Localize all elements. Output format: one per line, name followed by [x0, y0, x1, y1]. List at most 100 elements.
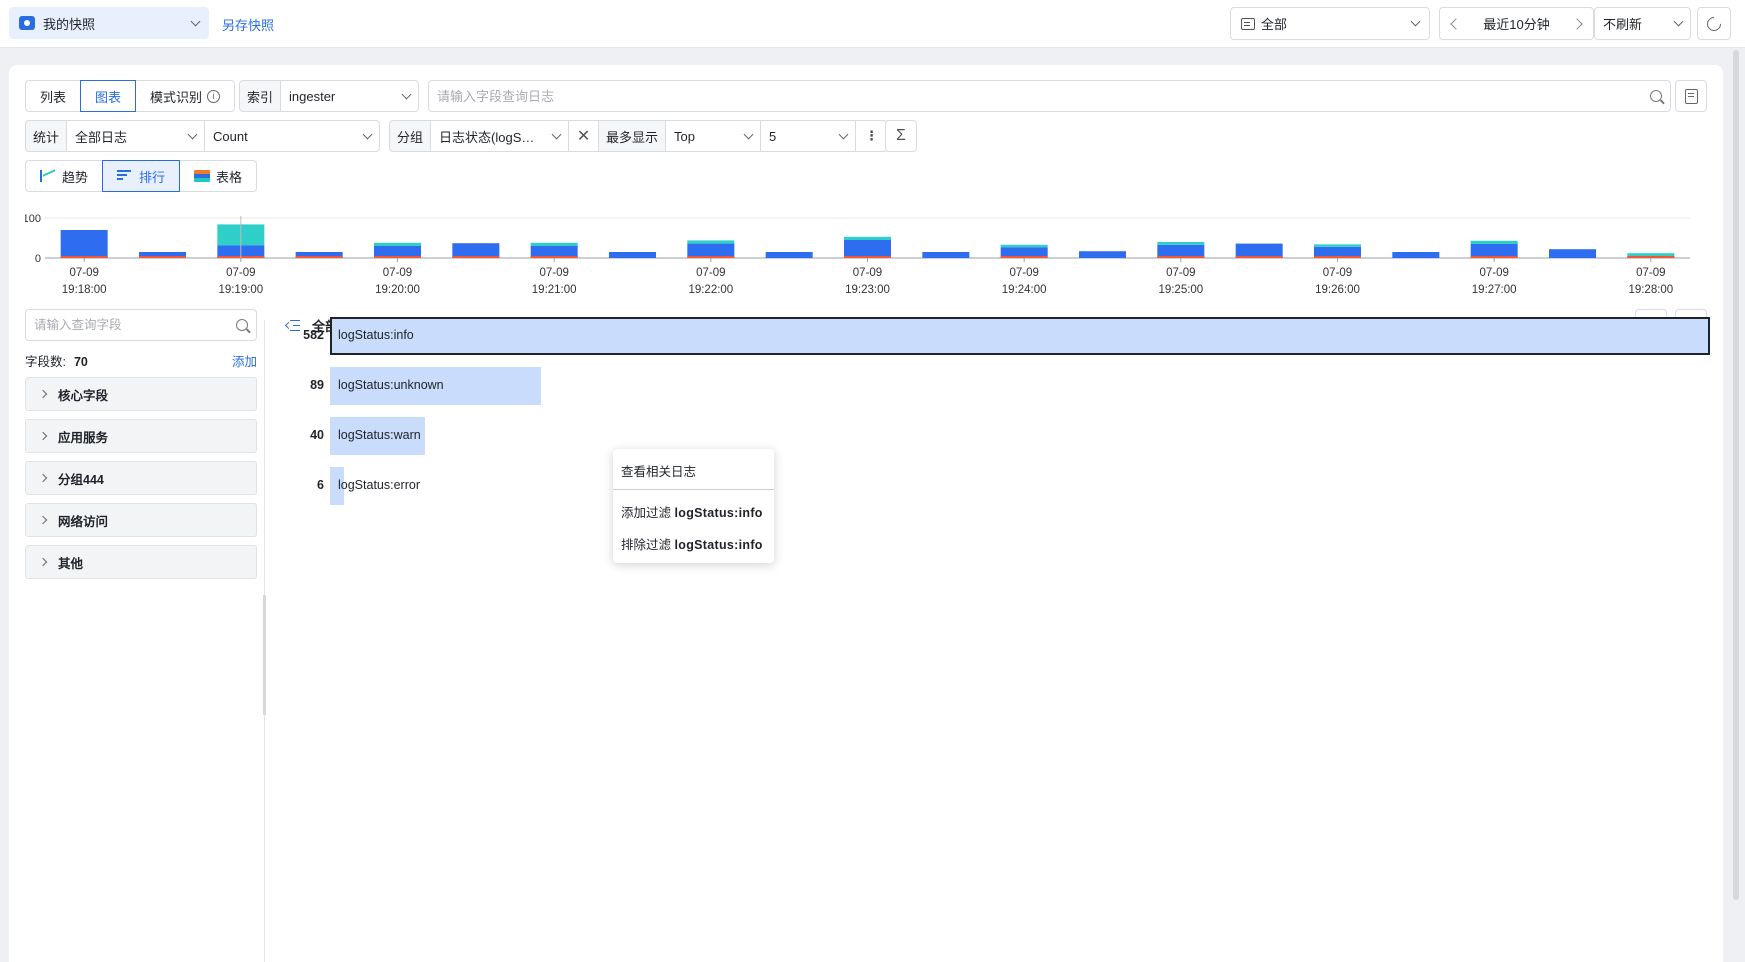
- field-group-core[interactable]: 核心字段: [25, 377, 257, 411]
- chart-x-tick-date: 07-09: [1323, 267, 1352, 279]
- group-field-select[interactable]: 日志状态(logS…: [431, 120, 570, 152]
- chart-x-tick-date: 07-09: [1636, 267, 1665, 279]
- chart-x-tick-date: 07-09: [226, 267, 255, 279]
- tab-list[interactable]: 列表: [25, 80, 82, 112]
- chart-bar-segment: [922, 252, 970, 258]
- chart-bar-segment: [295, 256, 343, 258]
- field-search-input[interactable]: [34, 318, 236, 332]
- tab-pattern[interactable]: 模式识别 i: [135, 80, 236, 112]
- ranking-row[interactable]: 582 logStatus:info: [264, 317, 1710, 355]
- menu-filter-target: logStatus:info: [674, 506, 763, 520]
- chart-x-tick-time: 19:19:00: [218, 284, 263, 296]
- ranking-label: logStatus:error: [338, 478, 420, 492]
- save-snapshot-link[interactable]: 另存快照: [222, 15, 274, 34]
- index-value: ingester: [289, 88, 336, 104]
- chart-x-tick-time: 19:25:00: [1158, 284, 1203, 296]
- ranking-bar[interactable]: [330, 317, 1710, 355]
- field-search-box: [25, 309, 257, 341]
- camera-icon: [19, 16, 35, 30]
- chart-bar-segment: [844, 256, 891, 258]
- field-group-other[interactable]: 其他: [25, 545, 257, 579]
- more-options-button[interactable]: ⋮: [856, 120, 889, 152]
- chart-bar-segment: [60, 230, 108, 258]
- stat-source-select[interactable]: 全部日志: [67, 120, 206, 152]
- time-range-label: 最近10分钟: [1483, 17, 1550, 32]
- chart-bar-segment: [452, 243, 500, 258]
- chart-y-tick-label: 0: [35, 253, 41, 265]
- chevron-down-icon: [838, 129, 849, 139]
- view-tabs: 趋势 排行 表格: [25, 160, 258, 192]
- ranking-count: 89: [310, 378, 324, 392]
- tab-trend-label: 趋势: [62, 169, 89, 185]
- refresh-button[interactable]: [1697, 7, 1731, 40]
- tab-table[interactable]: 表格: [179, 160, 258, 192]
- field-group-app[interactable]: 应用服务: [25, 419, 257, 453]
- chart-bar-segment: [609, 252, 656, 258]
- field-group-label: 核心字段: [58, 388, 109, 403]
- close-icon: ✕: [576, 128, 591, 145]
- sum-button[interactable]: Σ: [885, 120, 917, 152]
- menu-exclude-filter-prefix: 排除过滤: [621, 538, 672, 552]
- stat-func-select[interactable]: Count: [205, 120, 381, 152]
- info-icon[interactable]: i: [207, 89, 221, 103]
- chart-bar-segment: [1470, 240, 1518, 244]
- log-search-input[interactable]: [437, 88, 1650, 104]
- resize-handle[interactable]: [263, 595, 266, 715]
- chart-bar-segment: [1627, 253, 1675, 256]
- chart-bar-segment: [844, 236, 891, 240]
- scope-label: 全部: [1261, 17, 1288, 32]
- search-icon[interactable]: [236, 319, 248, 331]
- menu-add-filter[interactable]: 添加过滤 logStatus:info: [621, 502, 763, 521]
- ranking-label: logStatus:warn: [338, 428, 421, 442]
- document-settings-icon: [1684, 88, 1698, 104]
- menu-exclude-filter[interactable]: 排除过滤 logStatus:info: [621, 534, 763, 553]
- add-field-link[interactable]: 添加: [232, 351, 257, 370]
- chart-x-tick-date: 07-09: [69, 267, 98, 279]
- chart-x-tick-date: 07-09: [696, 267, 725, 279]
- snapshot-label: 我的快照: [43, 16, 96, 32]
- chart-bar-segment: [1314, 256, 1361, 258]
- trend-icon: [40, 170, 56, 182]
- field-group-label: 其他: [58, 556, 84, 571]
- clear-group-button[interactable]: ✕: [569, 120, 600, 152]
- group-selector: 分组 日志状态(logS… ✕ 最多显示 Top 5 ⋮: [389, 120, 889, 152]
- scope-select[interactable]: 全部: [1230, 7, 1430, 40]
- max-count-select[interactable]: 5: [761, 120, 857, 152]
- chart-bar-segment: [1000, 244, 1048, 248]
- page-scrollbar[interactable]: [1733, 50, 1739, 900]
- max-order-select[interactable]: Top: [666, 120, 762, 152]
- chevron-down-icon: [1410, 16, 1421, 27]
- chart-bar-segment: [844, 240, 891, 258]
- chart-bar-segment: [60, 256, 108, 258]
- ranking-row[interactable]: 6 logStatus:error: [264, 467, 1710, 505]
- index-select[interactable]: ingester: [281, 80, 420, 112]
- snapshot-select[interactable]: 我的快照: [9, 7, 209, 39]
- ranking-row[interactable]: 89 logStatus:unknown: [264, 367, 1710, 405]
- tab-trend[interactable]: 趋势: [25, 160, 104, 192]
- field-group-444[interactable]: 分组444: [25, 461, 257, 495]
- tab-rank[interactable]: 排行: [102, 160, 181, 192]
- stat-source-value: 全部日志: [75, 129, 128, 145]
- ranking-row[interactable]: 40 logStatus:warn: [264, 417, 1710, 455]
- search-icon[interactable]: [1650, 90, 1662, 102]
- tab-chart[interactable]: 图表: [80, 80, 137, 112]
- chart-x-tick-date: 07-09: [1166, 267, 1195, 279]
- query-settings-button[interactable]: [1675, 80, 1707, 112]
- tab-pattern-label: 模式识别: [150, 89, 203, 105]
- chevron-right-icon[interactable]: [1571, 17, 1583, 30]
- field-count-value: 70: [73, 355, 88, 369]
- max-order-value: Top: [674, 128, 695, 144]
- refresh-interval-select[interactable]: 不刷新: [1594, 7, 1691, 40]
- chart-x-tick-time: 19:28:00: [1628, 284, 1673, 296]
- chart-bar-segment: [687, 240, 735, 244]
- chevron-right-icon: [38, 431, 48, 441]
- context-menu: 查看相关日志 添加过滤 logStatus:info 排除过滤 logStatu…: [613, 449, 774, 563]
- time-range-picker[interactable]: 最近10分钟: [1439, 7, 1594, 40]
- chart-x-tick-time: 19:20:00: [375, 284, 420, 296]
- field-group-network[interactable]: 网络访问: [25, 503, 257, 537]
- menu-filter-target: logStatus:info: [674, 538, 763, 552]
- chart-bar-segment: [1392, 252, 1440, 258]
- chevron-right-icon: [38, 473, 48, 483]
- menu-view-related-logs[interactable]: 查看相关日志: [621, 461, 696, 480]
- chevron-left-icon[interactable]: [1450, 17, 1462, 30]
